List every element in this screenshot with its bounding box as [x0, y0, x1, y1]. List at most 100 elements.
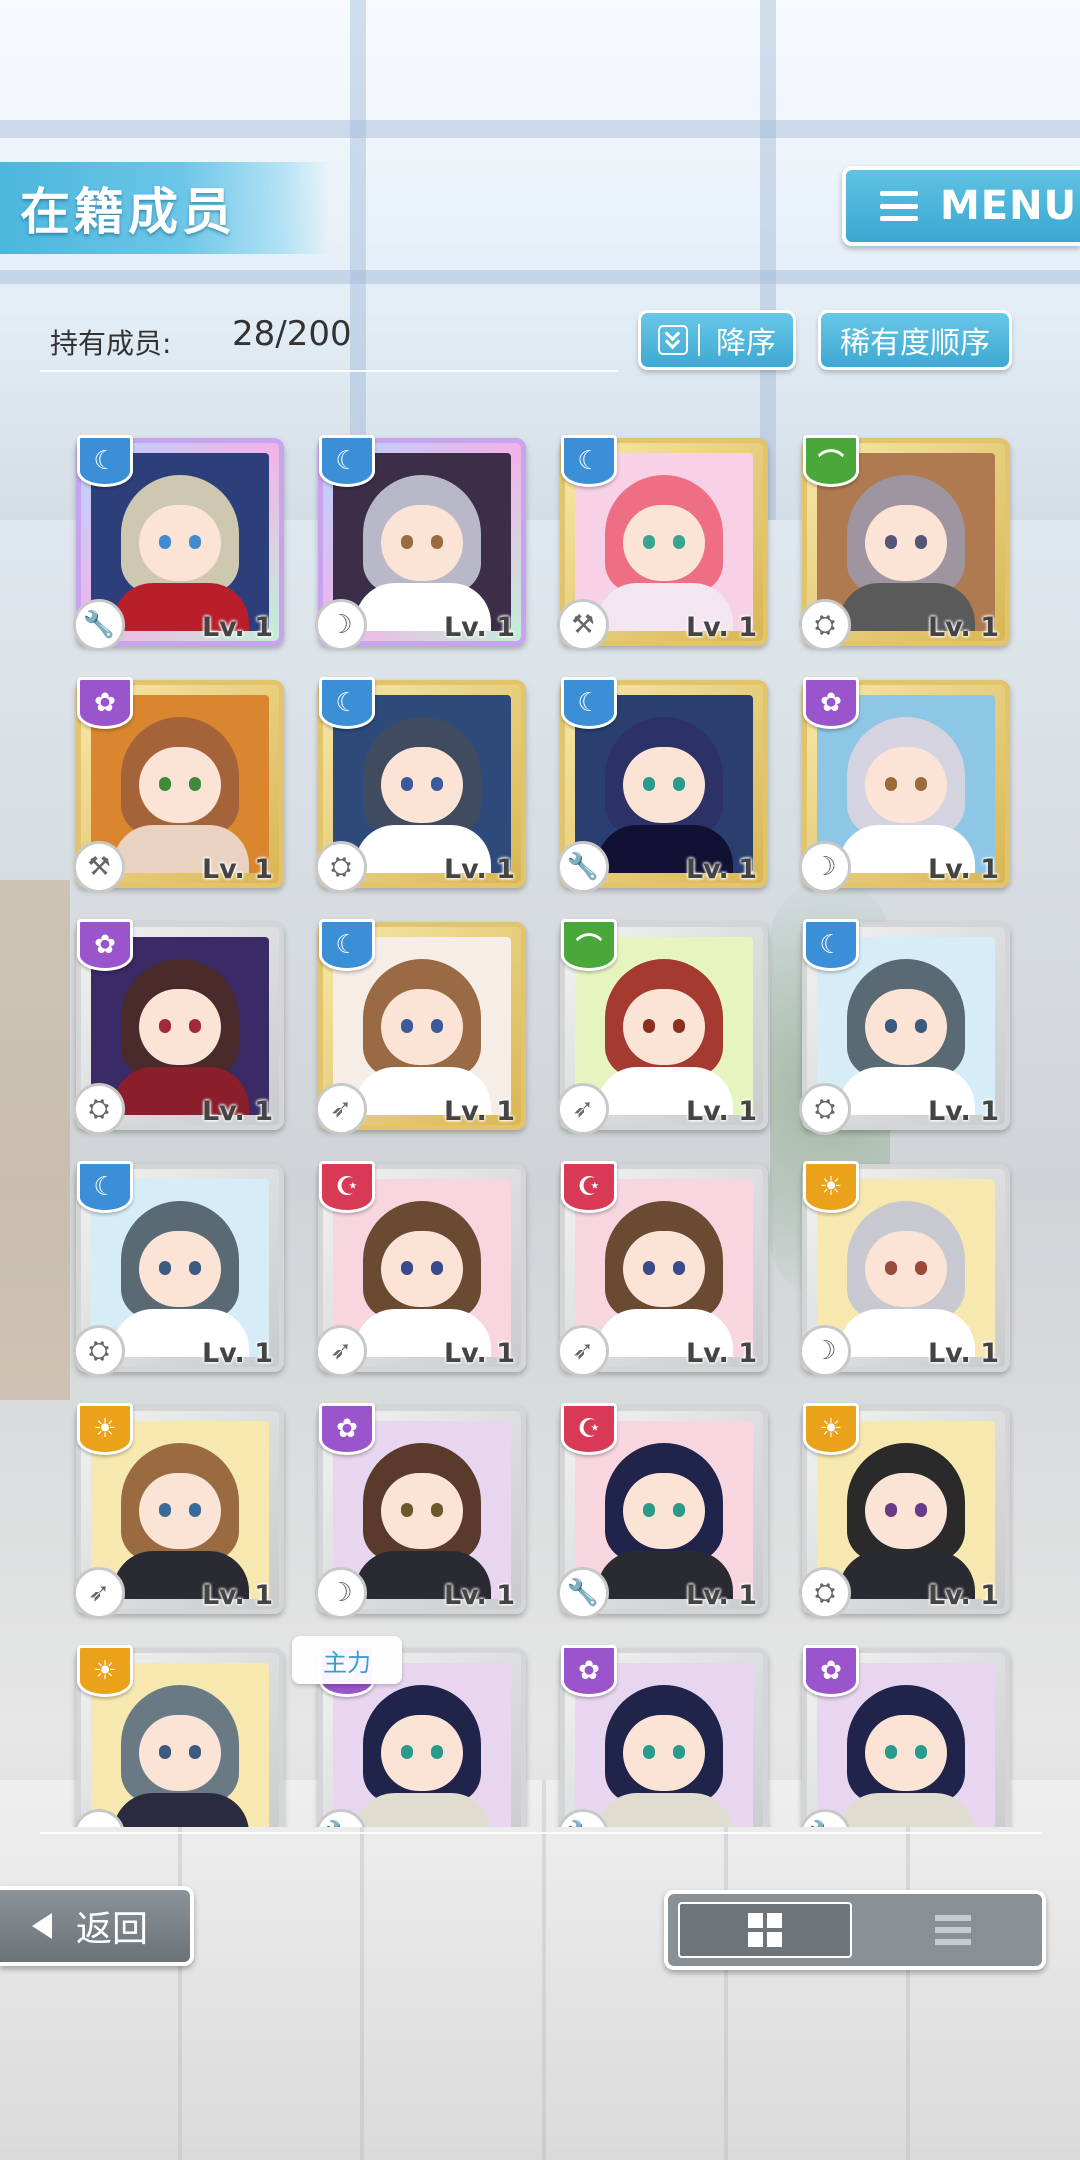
list-view-button[interactable]: [878, 1904, 1028, 1956]
attribute-purple-icon: ✿: [803, 1645, 859, 1697]
attribute-blue-icon: ☾: [319, 435, 375, 487]
member-card[interactable]: ☾ ➶ Lv. 1: [315, 919, 526, 1135]
level-label: Lv. 1: [443, 612, 515, 643]
member-card[interactable]: ☾ 🔧 Lv. 1: [557, 677, 768, 893]
scythe-icon: ☽: [315, 1567, 367, 1619]
level-label: Lv. 1: [927, 1580, 999, 1611]
back-label: 返回: [76, 1909, 149, 1950]
level-label: Lv. 1: [685, 1338, 757, 1369]
attribute-red-icon: ☪: [561, 1403, 617, 1455]
member-card[interactable]: ☾ 🔧 Lv. 1: [73, 435, 284, 651]
background-floor: [0, 1780, 1080, 2160]
level-label: Lv. 1: [685, 612, 757, 643]
attribute-blue-icon: ☾: [319, 677, 375, 729]
level-label: Lv. 1: [685, 1096, 757, 1127]
attribute-purple-icon: ✿: [77, 919, 133, 971]
sort-rarity-button[interactable]: 稀有度顺序: [818, 310, 1012, 370]
attribute-orange-icon: ☀: [77, 1645, 133, 1697]
member-card[interactable]: ✿🔧: [557, 1645, 768, 1827]
grid-view-button[interactable]: [678, 1902, 852, 1958]
scythe-icon: ☽: [799, 1325, 851, 1377]
shield-icon: ⛭: [73, 1325, 125, 1377]
spear-icon: ➶: [557, 1083, 609, 1135]
wrench-icon: 🔧: [557, 1567, 609, 1619]
member-card[interactable]: ✿ ☽ Lv. 1: [799, 677, 1010, 893]
wrench-icon: 🔧: [557, 841, 609, 893]
member-card[interactable]: ☀➶: [73, 1645, 284, 1827]
shield-icon: ⛭: [73, 1083, 125, 1135]
attribute-blue-icon: ☾: [77, 1161, 133, 1213]
member-card[interactable]: ☾ ⛭ Lv. 1: [315, 677, 526, 893]
scythe-icon: ☽: [315, 599, 367, 651]
separator: [698, 324, 700, 356]
attribute-orange-icon: ☀: [77, 1403, 133, 1455]
level-label: Lv. 1: [927, 1338, 999, 1369]
level-label: Lv. 1: [927, 854, 999, 885]
member-count-value: 28/200: [232, 314, 352, 354]
double-chevron-down-icon: [658, 325, 688, 355]
back-button[interactable]: 返回: [0, 1886, 194, 1966]
background-beam: [0, 120, 1080, 138]
level-label: Lv. 1: [201, 1096, 273, 1127]
level-label: Lv. 1: [201, 612, 273, 643]
level-label: Lv. 1: [685, 854, 757, 885]
sort-order-label: 降序: [716, 326, 776, 361]
level-label: Lv. 1: [201, 854, 273, 885]
member-card[interactable]: ☪ ➶ Lv. 1: [315, 1161, 526, 1377]
member-card[interactable]: ☪ ➶ Lv. 1: [557, 1161, 768, 1377]
spear-icon: ➶: [315, 1325, 367, 1377]
page-title: 在籍成员: [20, 183, 236, 241]
hammer-icon: ⚒: [557, 599, 609, 651]
attribute-purple-icon: ✿: [803, 677, 859, 729]
spear-icon: ➶: [315, 1083, 367, 1135]
attribute-purple-icon: ✿: [319, 1403, 375, 1455]
spear-icon: ➶: [73, 1567, 125, 1619]
divider: [40, 370, 618, 372]
menu-button[interactable]: MENU: [842, 166, 1080, 246]
sort-order-button[interactable]: 降序: [638, 310, 796, 370]
wrench-icon: 🔧: [73, 599, 125, 651]
member-card[interactable]: ☪ 🔧 Lv. 1: [557, 1403, 768, 1619]
member-card[interactable]: ☾ ☽ Lv. 1: [315, 435, 526, 651]
member-card[interactable]: ☀ ➶ Lv. 1: [73, 1403, 284, 1619]
member-card[interactable]: ☀ ⛭ Lv. 1: [799, 1403, 1010, 1619]
divider: [40, 1832, 1042, 1834]
grid-icon: [748, 1913, 782, 1947]
member-card[interactable]: ✿🔧: [799, 1645, 1010, 1827]
member-card[interactable]: ⌒ ➶ Lv. 1: [557, 919, 768, 1135]
member-card[interactable]: ☾ ⛭ Lv. 1: [799, 919, 1010, 1135]
sort-rarity-label: 稀有度顺序: [840, 326, 990, 361]
scythe-icon: ☽: [799, 841, 851, 893]
spear-icon: ➶: [557, 1325, 609, 1377]
attribute-red-icon: ☪: [561, 1161, 617, 1213]
level-label: Lv. 1: [443, 1338, 515, 1369]
member-card[interactable]: ☾ ⚒ Lv. 1: [557, 435, 768, 651]
attribute-red-icon: ☪: [319, 1161, 375, 1213]
member-card[interactable]: ☀ ☽ Lv. 1: [799, 1161, 1010, 1377]
shield-icon: ⛭: [799, 1567, 851, 1619]
member-card[interactable]: ✿ ⚒ Lv. 1: [73, 677, 284, 893]
level-label: Lv. 1: [443, 1580, 515, 1611]
attribute-blue-icon: ☾: [561, 677, 617, 729]
level-label: Lv. 1: [685, 1580, 757, 1611]
member-count-label: 持有成员:: [50, 327, 172, 360]
level-label: Lv. 1: [201, 1580, 273, 1611]
shield-icon: ⛭: [799, 1083, 851, 1135]
attribute-purple-icon: ✿: [77, 677, 133, 729]
background-beam: [0, 270, 1080, 284]
lead-badge: 主力: [292, 1636, 402, 1684]
list-icon: [935, 1915, 971, 1945]
level-label: Lv. 1: [927, 1096, 999, 1127]
level-label: Lv. 1: [927, 612, 999, 643]
member-card[interactable]: ⌒ ⛭ Lv. 1: [799, 435, 1010, 651]
attribute-green-icon: ⌒: [803, 435, 859, 487]
view-mode-toggle: [664, 1890, 1046, 1970]
level-label: Lv. 1: [201, 1338, 273, 1369]
member-card[interactable]: ✿ ☽ Lv. 1: [315, 1403, 526, 1619]
hammer-icon: ⚒: [73, 841, 125, 893]
attribute-orange-icon: ☀: [803, 1403, 859, 1455]
attribute-blue-icon: ☾: [77, 435, 133, 487]
member-card[interactable]: ☾ ⛭ Lv. 1: [73, 1161, 284, 1377]
shield-icon: ⛭: [315, 841, 367, 893]
member-card[interactable]: ✿ ⛭ Lv. 1: [73, 919, 284, 1135]
